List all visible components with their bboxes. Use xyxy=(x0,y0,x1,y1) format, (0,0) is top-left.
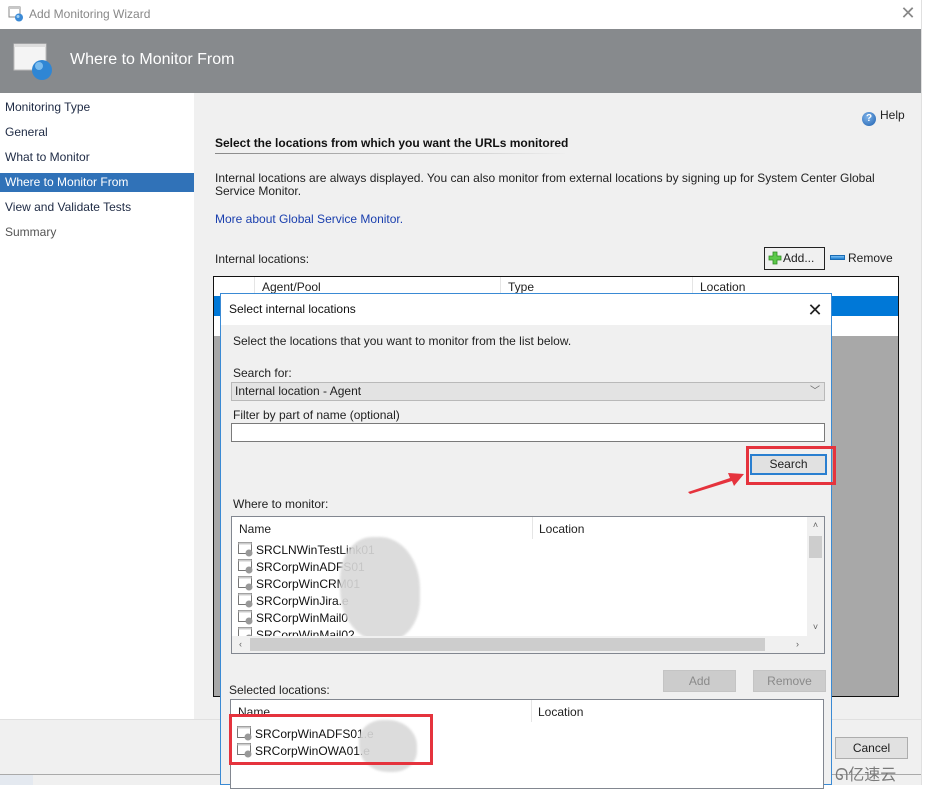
window-titlebar: Add Monitoring Wizard ✕ xyxy=(0,0,922,29)
watermark-logo: ᘏ亿速云 xyxy=(835,761,896,785)
plus-icon xyxy=(768,251,782,265)
description-text: Internal locations are always displayed.… xyxy=(215,171,875,198)
wizard-steps-nav: Monitoring Type General What to Monitor … xyxy=(0,93,194,719)
arrow-annotation-icon xyxy=(688,473,744,494)
help-link[interactable]: ? Help xyxy=(862,108,905,126)
help-label: Help xyxy=(880,108,905,122)
vertical-scrollbar[interactable]: ˄ ˅ xyxy=(807,517,824,636)
page-title: Where to Monitor From xyxy=(70,51,235,68)
monitor-globe-icon xyxy=(13,43,52,80)
search-button[interactable]: Search xyxy=(750,454,827,475)
dialog-title: Select internal locations xyxy=(229,302,356,316)
column-header-name[interactable]: Name xyxy=(238,705,270,719)
scroll-down-icon[interactable]: ˅ xyxy=(807,619,824,636)
scrollbar-thumb[interactable] xyxy=(250,638,765,651)
selected-locations-label: Selected locations: xyxy=(229,683,330,697)
redaction-blur xyxy=(359,720,417,772)
redaction-blur xyxy=(340,537,420,641)
select-internal-locations-dialog: Select internal locations ✕ Select the l… xyxy=(220,293,836,789)
scrollbar-thumb[interactable] xyxy=(809,536,822,558)
where-to-monitor-list[interactable]: Name Location SRCLNWinTestLink01 SRCorpW… xyxy=(231,516,825,654)
nav-step-where-to-monitor-from[interactable]: Where to Monitor From xyxy=(0,173,194,192)
column-separator xyxy=(531,700,532,722)
agent-computer-icon xyxy=(238,559,253,574)
help-icon: ? xyxy=(862,112,876,126)
section-heading: Select the locations from which you want… xyxy=(215,136,569,150)
global-service-monitor-link[interactable]: More about Global Service Monitor. xyxy=(215,212,403,226)
list-item-name: SRCorpWinOWA01.e xyxy=(255,744,370,758)
agent-computer-icon xyxy=(238,576,253,591)
agent-computer-icon xyxy=(238,593,253,608)
window-border xyxy=(921,0,926,785)
agent-computer-icon xyxy=(238,610,253,625)
search-for-label: Search for: xyxy=(233,366,292,380)
search-for-value: Internal location - Agent xyxy=(235,384,362,398)
column-separator xyxy=(532,517,533,539)
window-title: Add Monitoring Wizard xyxy=(29,7,151,21)
scroll-up-icon[interactable]: ˄ xyxy=(807,517,824,534)
scroll-left-icon[interactable]: ‹ xyxy=(232,636,249,653)
filter-input[interactable] xyxy=(231,423,825,442)
where-to-monitor-label: Where to monitor: xyxy=(233,497,329,511)
add-location-label: Add... xyxy=(783,251,815,265)
minus-icon xyxy=(830,255,845,260)
search-for-select[interactable]: Internal location - Agent ﹀ xyxy=(231,382,825,401)
remove-location-button[interactable]: Remove xyxy=(830,251,893,265)
footer-strip xyxy=(0,775,33,785)
dialog-close-icon[interactable]: ✕ xyxy=(803,298,827,322)
list-item[interactable]: SRCorpWinJira.e xyxy=(238,593,349,610)
agent-computer-icon xyxy=(237,743,252,758)
nav-step-monitoring-type[interactable]: Monitoring Type xyxy=(0,98,194,117)
cancel-button[interactable]: Cancel xyxy=(835,737,908,759)
column-header-location[interactable]: Location xyxy=(700,280,745,294)
column-header-name[interactable]: Name xyxy=(239,522,271,536)
dialog-instruction: Select the locations that you want to mo… xyxy=(233,334,572,348)
horizontal-scrollbar[interactable]: ‹ › xyxy=(232,636,824,653)
remove-location-label: Remove xyxy=(848,251,893,265)
dialog-add-button[interactable]: Add xyxy=(663,670,736,692)
column-header-agent-pool[interactable]: Agent/Pool xyxy=(262,280,321,294)
watermark-text: 亿速云 xyxy=(848,767,897,784)
scroll-right-icon[interactable]: › xyxy=(789,636,806,653)
wizard-app-icon xyxy=(8,6,23,22)
dialog-remove-button[interactable]: Remove xyxy=(753,670,826,692)
list-item[interactable]: SRCorpWinADFS01.e xyxy=(237,726,374,743)
list-item-name: SRCorpWinADFS01.e xyxy=(255,727,374,741)
list-item[interactable]: SRCorpWinMail0 xyxy=(238,610,348,627)
filter-label: Filter by part of name (optional) xyxy=(233,408,400,422)
column-header-location[interactable]: Location xyxy=(539,522,584,536)
cloud-logo-icon: ᘏ xyxy=(835,767,849,784)
agent-computer-icon xyxy=(238,542,253,557)
nav-step-summary[interactable]: Summary xyxy=(0,223,194,242)
column-header-type[interactable]: Type xyxy=(508,280,534,294)
nav-step-general[interactable]: General xyxy=(0,123,194,142)
add-location-button[interactable]: Add... xyxy=(764,247,825,270)
dialog-titlebar: Select internal locations ✕ xyxy=(221,294,831,325)
list-item-name: SRCorpWinJira.e xyxy=(256,594,349,608)
column-header-location[interactable]: Location xyxy=(538,705,583,719)
window-close-icon[interactable]: ✕ xyxy=(897,2,919,24)
heading-divider xyxy=(215,153,565,154)
internal-locations-label: Internal locations: xyxy=(215,252,310,266)
nav-step-view-validate-tests[interactable]: View and Validate Tests xyxy=(0,198,194,217)
nav-step-what-to-monitor[interactable]: What to Monitor xyxy=(0,148,194,167)
selected-locations-list[interactable]: Name Location SRCorpWinADFS01.e SRCorpWi… xyxy=(230,699,824,789)
list-item[interactable]: SRCorpWinOWA01.e xyxy=(237,743,370,760)
chevron-down-icon: ﹀ xyxy=(810,386,820,397)
wizard-banner: Where to Monitor From xyxy=(0,29,922,93)
list-item-name: SRCorpWinMail0 xyxy=(256,611,349,625)
agent-computer-icon xyxy=(237,726,252,741)
